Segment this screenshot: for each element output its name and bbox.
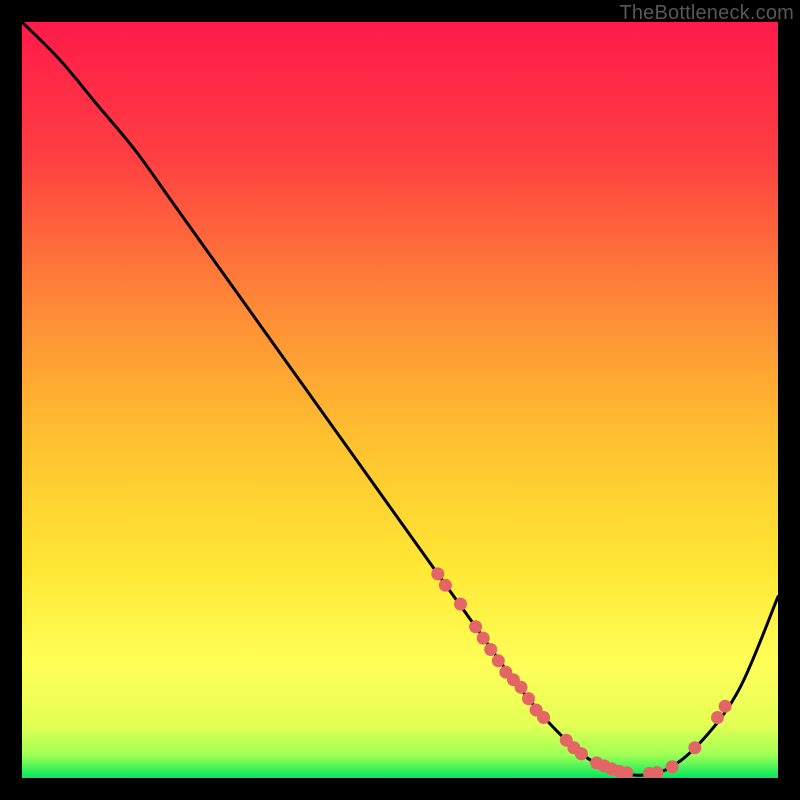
data-point: [477, 632, 490, 645]
data-point: [711, 711, 724, 724]
data-point: [575, 747, 588, 760]
data-point: [666, 760, 679, 773]
data-point: [484, 643, 497, 656]
data-point: [439, 579, 452, 592]
data-point: [522, 692, 535, 705]
data-point: [431, 567, 444, 580]
data-point: [515, 681, 528, 694]
data-point: [537, 711, 550, 724]
watermark-text: TheBottleneck.com: [619, 2, 794, 25]
bottleneck-chart: [22, 22, 778, 778]
chart-frame: [22, 22, 778, 778]
data-point: [719, 700, 732, 713]
data-point: [454, 598, 467, 611]
gradient-background: [22, 22, 778, 778]
data-point: [688, 741, 701, 754]
data-point: [492, 654, 505, 667]
data-point: [469, 620, 482, 633]
